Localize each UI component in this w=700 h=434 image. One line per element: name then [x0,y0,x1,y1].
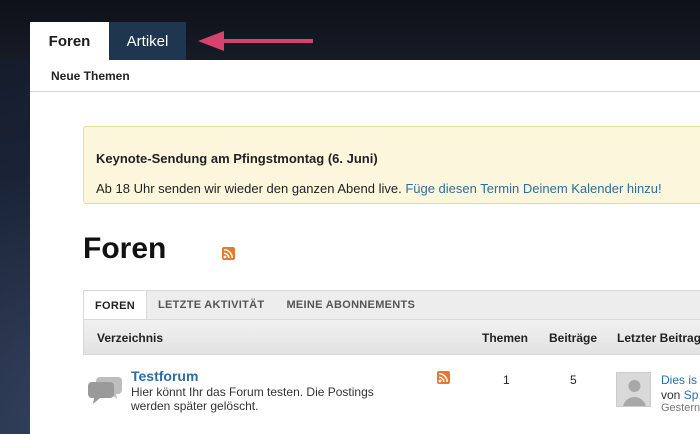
table-header: Verzeichnis Themen Beiträge Letzter Beit… [83,319,700,355]
subtab-letzte-aktivitaet[interactable]: LETZTE AKTIVITÄT [147,291,275,319]
forum-title-link[interactable]: Testforum [131,368,198,384]
subnav-neue-themen[interactable]: Neue Themen [51,69,130,83]
themen-count: 1 [503,373,510,387]
main-tabs: Foren Artikel [30,22,186,60]
subtab-meine-abonnements[interactable]: MEINE ABONNEMENTS [275,291,426,319]
last-post-title-link[interactable]: Dies is [661,373,697,387]
last-post-time: Gestern [661,402,700,414]
rss-icon[interactable] [222,247,235,260]
subtab-foren[interactable]: FOREN [84,291,147,320]
speech-bubble-icon [88,377,122,404]
header-letzter-beitrag: Letzter Beitrag [617,331,700,345]
last-post-author-link[interactable]: Sp [684,388,699,402]
page-title: Foren [83,232,167,265]
pointer-arrow [198,31,313,51]
beitraege-count: 5 [570,373,577,387]
notice-title: Keynote-Sendung am Pfingstmontag (6. Jun… [96,151,378,166]
header-beitraege: Beiträge [549,331,598,345]
notice-body: Ab 18 Uhr senden wir wieder den ganzen A… [96,181,662,196]
header-verzeichnis: Verzeichnis [97,331,164,345]
tab-foren[interactable]: Foren [30,22,109,60]
rss-icon[interactable] [437,371,450,384]
last-post-by-prefix: von [661,388,684,402]
page-content: Neue Themen Keynote-Sendung am Pfingstmo… [30,60,700,434]
forum-subtabs: FOREN LETZTE AKTIVITÄT MEINE ABONNEMENTS [83,290,700,320]
subnav: Neue Themen [30,60,700,92]
notice-calendar-link[interactable]: Füge diesen Termin Deinem Kalender hinzu… [405,181,661,196]
avatar-icon[interactable] [616,372,651,407]
table-row: Testforum Hier könnt Ihr das Forum teste… [83,355,700,434]
forum-description: Hier könnt Ihr das Forum testen. Die Pos… [131,385,374,413]
tab-artikel[interactable]: Artikel [109,22,186,60]
notice-box: Keynote-Sendung am Pfingstmontag (6. Jun… [83,126,700,204]
notice-text: Ab 18 Uhr senden wir wieder den ganzen A… [96,181,406,196]
header-themen: Themen [482,331,529,345]
last-post-author: von Sp [661,388,698,402]
